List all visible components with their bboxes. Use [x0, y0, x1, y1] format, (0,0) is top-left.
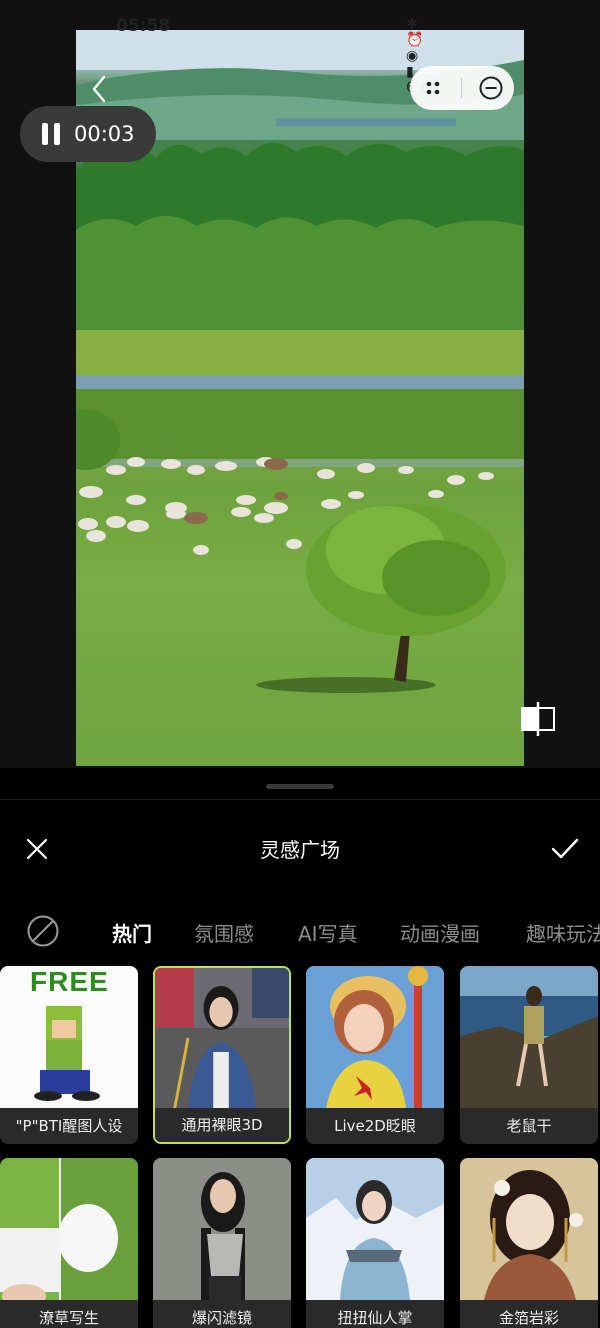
- effect-label: 扭扭仙人掌: [306, 1300, 444, 1328]
- sheet-divider: [0, 799, 600, 800]
- free-badge: FREE: [30, 966, 109, 997]
- back-button[interactable]: [86, 72, 112, 106]
- effect-thumbnail: [460, 1158, 598, 1300]
- no-effect-button[interactable]: [26, 914, 60, 948]
- effect-card[interactable]: 潦草写生: [0, 1158, 138, 1328]
- effect-thumbnail: [0, 1158, 138, 1300]
- minimize-button[interactable]: [473, 70, 509, 106]
- compare-icon: [521, 702, 555, 736]
- effect-label: "P"BTI醒图人设: [0, 1108, 138, 1144]
- tab-ai-portrait[interactable]: AI写真: [298, 918, 358, 947]
- effect-label: 老鼠干: [460, 1108, 598, 1144]
- effect-thumbnail: [155, 968, 289, 1110]
- chevron-left-icon: [92, 75, 106, 103]
- prohibited-icon: [27, 915, 59, 947]
- effect-thumbnail: [306, 966, 444, 1108]
- playback-timer[interactable]: 00:03: [20, 106, 156, 162]
- tab-ambience[interactable]: 氛围感: [194, 918, 254, 947]
- effect-card[interactable]: 老鼠干: [460, 966, 598, 1144]
- timer-text: 00:03: [74, 122, 135, 146]
- effect-label: 潦草写生: [0, 1300, 138, 1328]
- tab-fun[interactable]: 趣味玩法: [526, 918, 600, 947]
- checkmark-icon: [551, 838, 579, 859]
- category-tabs: 热门 氛围感 AI写真 动画漫画 趣味玩法: [0, 912, 600, 952]
- dots-grid-icon: [426, 81, 440, 95]
- effect-thumbnail: [306, 1158, 444, 1300]
- effect-card[interactable]: Live2D眨眼: [306, 966, 444, 1144]
- effect-label: Live2D眨眼: [306, 1108, 444, 1144]
- compare-button[interactable]: [518, 700, 558, 738]
- more-button[interactable]: [415, 70, 451, 106]
- sheet-drag-handle[interactable]: [266, 784, 334, 789]
- effect-label: 爆闪滤镜: [153, 1300, 291, 1328]
- status-time: 05:58: [116, 16, 171, 36]
- tab-anime[interactable]: 动画漫画: [400, 918, 480, 947]
- effect-card[interactable]: 通用裸眼3D: [153, 966, 291, 1144]
- mini-program-capsule: [410, 66, 514, 110]
- effect-label: 通用裸眼3D: [155, 1108, 289, 1142]
- sheet-title: 灵感广场: [260, 838, 340, 862]
- capsule-divider: [461, 78, 463, 98]
- effect-card[interactable]: 扭扭仙人掌: [306, 1158, 444, 1328]
- confirm-button[interactable]: [548, 832, 582, 866]
- effect-label: 金箔岩彩: [460, 1300, 598, 1328]
- effects-sheet: 灵感广场 热门 氛围感 AI写真 动画漫画 趣味玩法 FREE "P"BTI醒图…: [0, 768, 600, 1328]
- pause-icon: [42, 123, 60, 145]
- effect-thumbnail: [460, 966, 598, 1108]
- effect-card[interactable]: 金箔岩彩: [460, 1158, 598, 1328]
- effect-card[interactable]: FREE "P"BTI醒图人设: [0, 966, 138, 1144]
- minus-circle-icon: [479, 76, 503, 100]
- effect-thumbnail: [153, 1158, 291, 1300]
- preview-area: 05:58 ✱ ⏰ ◉ ▮ 66 00:03: [0, 0, 600, 768]
- effect-card[interactable]: 爆闪滤镜: [153, 1158, 291, 1328]
- tab-hot[interactable]: 热门: [112, 918, 152, 947]
